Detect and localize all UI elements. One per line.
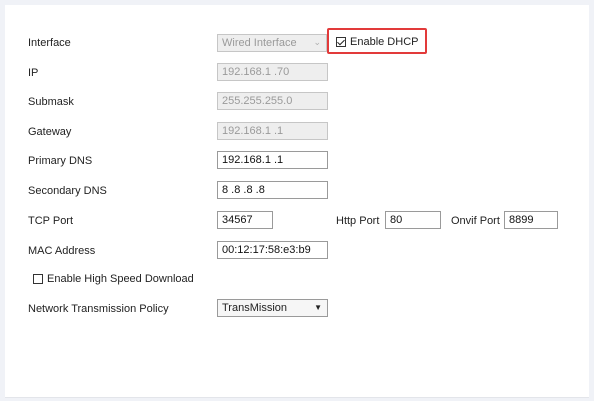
- interface-select-value: Wired Interface: [222, 37, 297, 49]
- submask-label: Submask: [28, 96, 74, 108]
- gateway-field: 192.168.1 .1: [217, 122, 328, 140]
- secondary-dns-label: Secondary DNS: [28, 185, 107, 197]
- mac-address-label: MAC Address: [28, 245, 96, 257]
- onvif-port-field[interactable]: 8899: [504, 211, 558, 229]
- transmission-policy-select[interactable]: TransMission ▼: [217, 299, 328, 317]
- dhcp-label[interactable]: Enable DHCP: [350, 36, 418, 48]
- onvif-port-label: Onvif Port: [451, 215, 500, 227]
- transmission-policy-label: Network Transmission Policy: [28, 303, 169, 315]
- interface-select: Wired Interface ⌄: [217, 34, 327, 52]
- high-speed-download-label[interactable]: Enable High Speed Download: [47, 273, 194, 285]
- primary-dns-label: Primary DNS: [28, 155, 93, 167]
- ip-label: IP: [28, 67, 39, 79]
- dhcp-checkbox[interactable]: [336, 37, 346, 47]
- secondary-dns-field[interactable]: 8 .8 .8 .8: [217, 181, 328, 199]
- chevron-down-icon: ⌄: [313, 37, 321, 47]
- mac-address-field[interactable]: 00:12:17:58:e3:b9: [217, 241, 328, 259]
- tcp-port-field[interactable]: 34567: [217, 211, 273, 229]
- primary-dns-field[interactable]: 192.168.1 .1: [217, 151, 328, 169]
- gateway-label: Gateway: [28, 126, 72, 138]
- transmission-policy-value: TransMission: [222, 302, 287, 314]
- http-port-field[interactable]: 80: [385, 211, 441, 229]
- caret-down-icon: ▼: [314, 303, 322, 312]
- interface-label: Interface: [28, 37, 71, 49]
- high-speed-download-checkbox[interactable]: [33, 274, 43, 284]
- tcp-port-label: TCP Port: [28, 215, 74, 227]
- http-port-label: Http Port: [336, 215, 380, 227]
- submask-field: 255.255.255.0: [217, 92, 328, 110]
- ip-field: 192.168.1 .70: [217, 63, 328, 81]
